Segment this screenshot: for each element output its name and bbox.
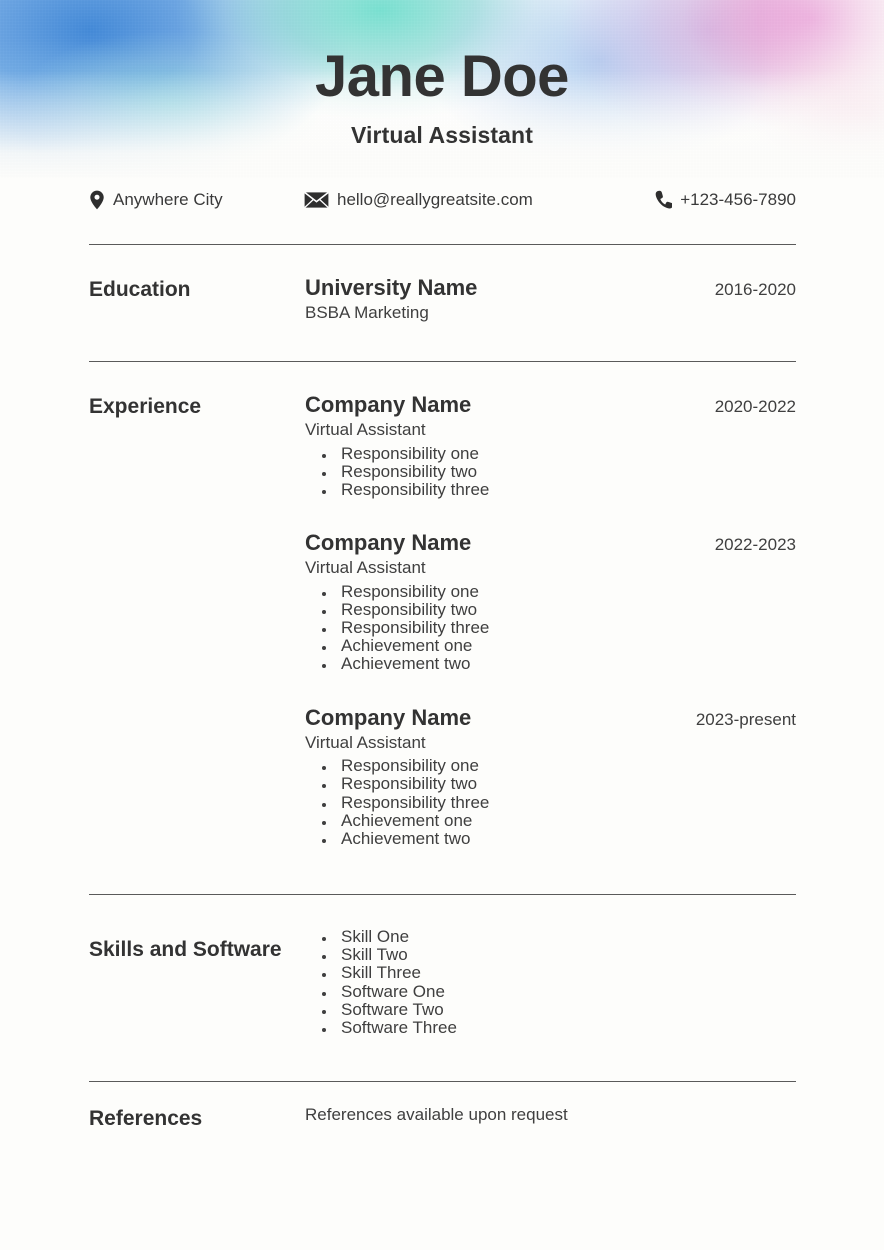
list-item: Achievement one — [322, 811, 796, 830]
envelope-icon — [304, 191, 329, 209]
experience-entry-header: Company Name 2023-present — [305, 704, 796, 730]
section-label-skills: Skills and Software — [89, 938, 282, 961]
divider-above-experience — [89, 361, 796, 362]
list-item: Responsibility one — [322, 444, 796, 463]
experience-role: Virtual Assistant — [305, 420, 426, 440]
list-item: Achievement two — [322, 829, 796, 848]
list-item: Responsibility one — [322, 582, 796, 601]
section-body-references: References available upon request — [305, 1105, 796, 1131]
list-item: Responsibility three — [322, 793, 796, 812]
contact-email-text: hello@reallygreatsite.com — [337, 190, 533, 209]
list-item: Skill One — [322, 927, 796, 946]
education-degree: BSBA Marketing — [305, 303, 429, 323]
experience-dates: 2020-2022 — [714, 397, 796, 416]
divider-above-references — [89, 1081, 796, 1082]
section-skills: Skills and Software Skill One Skill Two … — [89, 927, 796, 1037]
experience-dates: 2023-present — [695, 709, 796, 729]
phone-icon — [655, 190, 673, 210]
contact-location-text: Anywhere City — [113, 190, 223, 209]
list-item: Skill Two — [322, 945, 796, 964]
list-item: Responsibility two — [322, 462, 796, 481]
contact-email: hello@reallygreatsite.com — [304, 190, 609, 210]
list-item: Achievement one — [322, 637, 796, 655]
list-item: Skill Three — [322, 964, 796, 982]
list-item: Responsibility one — [322, 757, 796, 775]
section-body-experience: Company Name 2020-2022 Virtual Assistant… — [305, 392, 796, 849]
contact-phone-text: +123-456-7890 — [680, 190, 796, 209]
education-dates: 2016-2020 — [714, 280, 796, 299]
experience-entry: Company Name 2023-present Virtual Assist… — [305, 704, 796, 849]
section-label-references: References — [89, 1107, 203, 1130]
experience-bullet-list: Responsibility one Responsibility two Re… — [305, 582, 796, 674]
section-experience: Experience Company Name 2020-2022 Virtua… — [89, 392, 796, 849]
section-education: Education University Name 2016-2020 BSBA… — [89, 275, 796, 324]
page-title: Jane Doe — [315, 44, 569, 109]
list-item: Software Two — [322, 1000, 796, 1019]
experience-dates: 2022-2023 — [714, 535, 796, 555]
experience-bullet-list: Responsibility one Responsibility two Re… — [305, 444, 796, 500]
list-item: Responsibility two — [322, 775, 796, 793]
list-item: Software Three — [322, 1018, 796, 1037]
job-title: Virtual Assistant — [351, 122, 533, 148]
list-item: Responsibility two — [322, 600, 796, 619]
experience-entry: Company Name 2022-2023 Virtual Assistant… — [305, 530, 796, 674]
experience-company: Company Name — [305, 530, 472, 556]
experience-company: Company Name — [305, 704, 472, 730]
experience-company: Company Name — [305, 392, 472, 417]
list-item: Achievement two — [322, 655, 796, 673]
experience-entry-header: Company Name 2022-2023 — [305, 530, 796, 556]
references-text: References available upon request — [305, 1105, 568, 1124]
section-label-education: Education — [89, 278, 191, 301]
experience-bullet-list: Responsibility one Responsibility two Re… — [305, 757, 796, 848]
section-references: References References available upon req… — [89, 1105, 796, 1131]
contact-row: Anywhere City hello@reallygreatsite.com … — [89, 190, 796, 210]
experience-entry-header: Company Name 2020-2022 — [305, 392, 796, 417]
section-label-experience: Experience — [89, 395, 202, 418]
education-entry: University Name 2016-2020 BSBA Marketing — [305, 275, 796, 324]
education-entry-header: University Name 2016-2020 — [305, 275, 796, 300]
section-body-education: University Name 2016-2020 BSBA Marketing — [305, 275, 796, 324]
divider-above-skills — [89, 894, 796, 895]
education-org: University Name — [305, 275, 478, 300]
section-body-skills: Skill One Skill Two Skill Three Software… — [305, 927, 796, 1037]
header-text-block: Jane Doe Virtual Assistant — [0, 0, 884, 149]
location-pin-icon — [89, 190, 105, 210]
experience-role: Virtual Assistant — [305, 732, 426, 752]
list-item: Software One — [322, 982, 796, 1001]
contact-phone: +123-456-7890 — [609, 190, 796, 210]
list-item: Responsibility three — [322, 480, 796, 499]
experience-entry: Company Name 2020-2022 Virtual Assistant… — [305, 392, 796, 500]
list-item: Responsibility three — [322, 618, 796, 637]
divider-above-education — [89, 244, 796, 245]
header-banner: Jane Doe Virtual Assistant — [0, 0, 884, 178]
contact-location: Anywhere City — [89, 190, 304, 210]
skills-bullet-list: Skill One Skill Two Skill Three Software… — [305, 927, 796, 1037]
experience-role: Virtual Assistant — [305, 558, 426, 578]
